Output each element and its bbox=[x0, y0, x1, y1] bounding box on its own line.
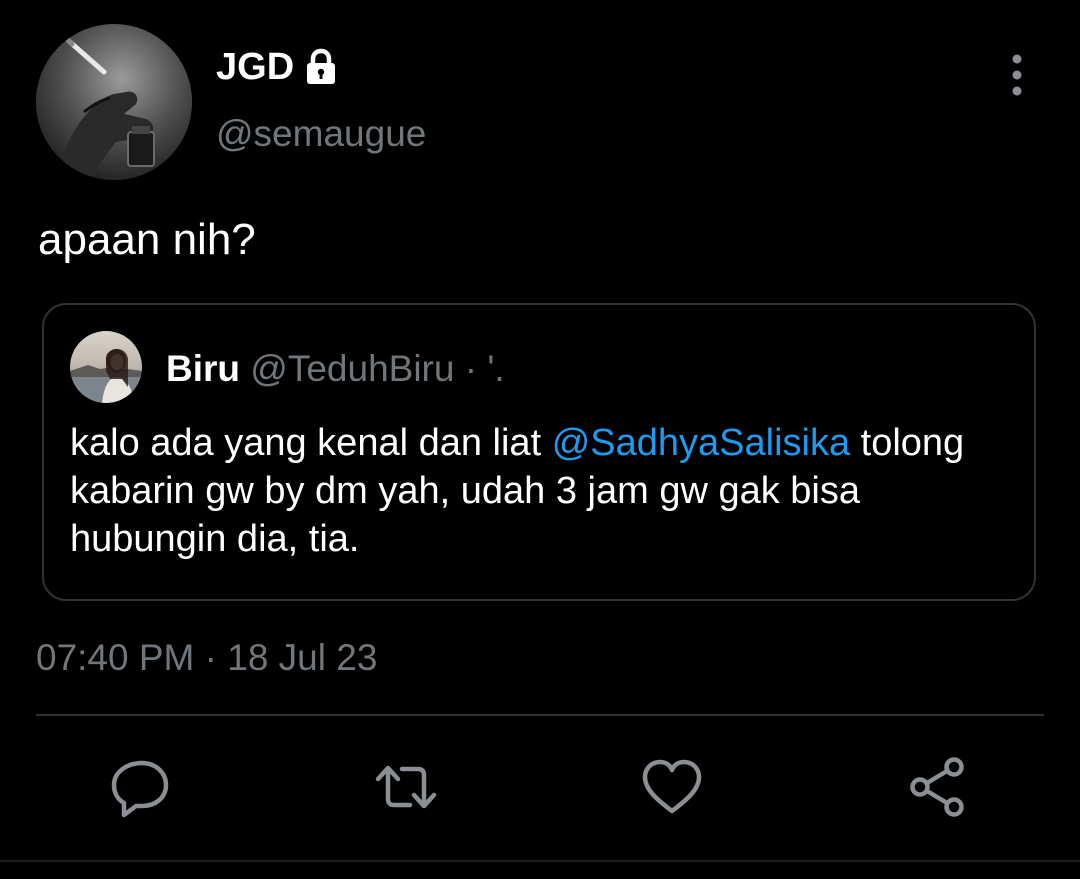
action-bar bbox=[0, 755, 1080, 825]
lock-icon bbox=[307, 48, 336, 84]
share-button[interactable] bbox=[906, 755, 970, 819]
avatar-image bbox=[36, 24, 192, 180]
mention-link[interactable]: @SadhyaSalisika bbox=[552, 422, 850, 464]
more-options-icon[interactable] bbox=[1000, 52, 1034, 98]
retweet-icon bbox=[375, 765, 437, 809]
quoted-tweet-header: Biru @TeduhBiru · '. bbox=[166, 347, 505, 391]
quoted-avatar-image bbox=[70, 331, 142, 403]
quoted-author-avatar bbox=[70, 331, 142, 403]
quoted-tweet-card[interactable]: Biru @TeduhBiru · '. kalo ada yang kenal… bbox=[42, 303, 1036, 601]
reply-icon bbox=[111, 760, 169, 818]
tweet-text: apaan nih? bbox=[38, 215, 256, 264]
divider bbox=[36, 714, 1044, 716]
retweet-button[interactable] bbox=[374, 755, 438, 819]
share-icon bbox=[910, 757, 964, 817]
reply-button[interactable] bbox=[108, 755, 172, 819]
heart-icon bbox=[642, 759, 702, 814]
quoted-text-part-1: kalo ada yang kenal dan liat bbox=[70, 422, 552, 464]
author-avatar[interactable] bbox=[36, 24, 192, 180]
quoted-tweet-text: kalo ada yang kenal dan liat @SadhyaSali… bbox=[70, 419, 1000, 563]
bottom-divider bbox=[0, 860, 1080, 862]
quoted-handle: @TeduhBiru · '. bbox=[250, 348, 505, 389]
tweet-timestamp[interactable]: 07:40 PM · 18 Jul 23 bbox=[36, 636, 377, 680]
author-name-text: JGD bbox=[216, 46, 295, 88]
author-display-name[interactable]: JGD bbox=[216, 44, 338, 90]
author-handle[interactable]: @semaugue bbox=[216, 112, 426, 156]
quoted-display-name: Biru bbox=[166, 348, 240, 389]
tweet-detail: JGD @semaugue apaan nih? Biru @TeduhBiru… bbox=[0, 0, 1080, 879]
like-button[interactable] bbox=[640, 755, 704, 819]
